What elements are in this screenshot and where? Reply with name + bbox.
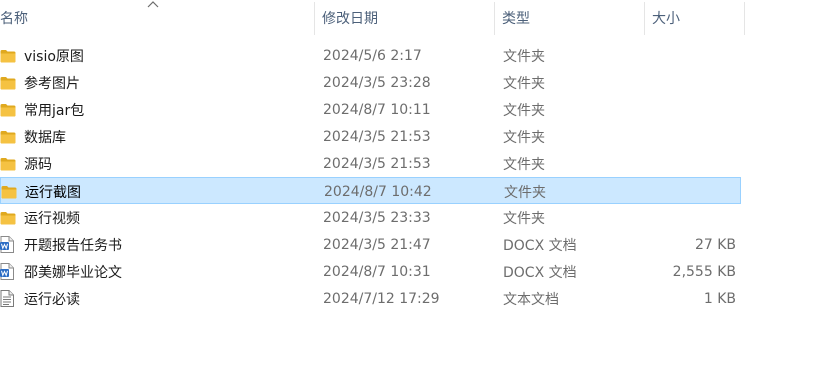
file-type: 文件夹 [503,75,545,92]
column-divider[interactable] [494,2,495,35]
column-header-size-label: 大小 [652,10,680,27]
folder-icon [0,96,18,123]
sort-ascending-icon [147,0,159,8]
file-modified-date: 2024/5/6 2:17 [323,47,422,64]
file-modified-date: 2024/8/7 10:42 [324,183,432,200]
file-type: 文件夹 [503,102,545,119]
column-header-size[interactable]: 大小 [646,0,744,35]
file-row[interactable]: 运行视频 2024/3/5 23:33 文件夹 [0,204,741,231]
folder-icon [0,204,18,231]
file-name: 运行必读 [24,291,80,308]
column-divider[interactable] [744,2,745,35]
word-document-icon [0,231,18,258]
file-size: 1 KB [703,290,736,307]
column-header-date[interactable]: 修改日期 [316,0,494,35]
column-header-type-label: 类型 [502,10,530,27]
file-modified-date: 2024/8/7 10:11 [323,101,431,118]
file-name: 参考图片 [24,75,80,92]
file-row[interactable]: 邵美娜毕业论文 2024/8/7 10:31 DOCX 文档 2,555 KB [0,258,741,285]
file-modified-date: 2024/3/5 23:33 [323,209,431,226]
file-row[interactable]: visio原图 2024/5/6 2:17 文件夹 [0,42,741,69]
file-modified-date: 2024/3/5 21:53 [323,128,431,145]
folder-icon [0,123,18,150]
file-modified-date: 2024/8/7 10:31 [323,263,431,280]
file-name: 常用jar包 [24,102,85,119]
file-name: visio原图 [24,48,84,65]
file-type: 文件夹 [503,156,545,173]
file-type: 文件夹 [504,184,546,201]
file-name: 运行截图 [25,184,81,201]
column-header-name-label: 名称 [0,10,28,27]
column-header-date-label: 修改日期 [322,10,378,27]
file-name: 开题报告任务书 [24,237,122,254]
file-row[interactable]: 常用jar包 2024/8/7 10:11 文件夹 [0,96,741,123]
column-header-type[interactable]: 类型 [496,0,644,35]
file-row[interactable]: 运行截图 2024/8/7 10:42 文件夹 [0,177,741,204]
column-header-bar: 名称 修改日期 类型 大小 [0,0,817,35]
file-row[interactable]: 运行必读 2024/7/12 17:29 文本文档 1 KB [0,285,741,312]
file-name: 源码 [24,156,52,173]
file-row[interactable]: 参考图片 2024/3/5 23:28 文件夹 [0,69,741,96]
file-modified-date: 2024/3/5 21:47 [323,236,431,253]
file-type: DOCX 文档 [503,264,577,281]
file-type: 文件夹 [503,129,545,146]
file-row[interactable]: 数据库 2024/3/5 21:53 文件夹 [0,123,741,150]
column-divider[interactable] [314,2,315,35]
file-row[interactable]: 源码 2024/3/5 21:53 文件夹 [0,150,741,177]
folder-icon [0,150,18,177]
file-type: 文本文档 [503,291,559,308]
folder-icon [0,69,18,96]
file-modified-date: 2024/3/5 21:53 [323,155,431,172]
file-type: 文件夹 [503,48,545,65]
file-type: DOCX 文档 [503,237,577,254]
file-modified-date: 2024/7/12 17:29 [323,290,440,307]
file-row[interactable]: 开题报告任务书 2024/3/5 21:47 DOCX 文档 27 KB [0,231,741,258]
folder-icon [1,178,19,205]
file-size: 2,555 KB [672,263,736,280]
column-divider[interactable] [644,2,645,35]
text-document-icon [0,285,18,312]
file-name: 运行视频 [24,210,80,227]
file-type: 文件夹 [503,210,545,227]
folder-icon [0,42,18,69]
file-name: 数据库 [24,129,66,146]
file-size: 27 KB [694,236,736,253]
word-document-icon [0,258,18,285]
file-name: 邵美娜毕业论文 [24,264,122,281]
file-modified-date: 2024/3/5 23:28 [323,74,431,91]
